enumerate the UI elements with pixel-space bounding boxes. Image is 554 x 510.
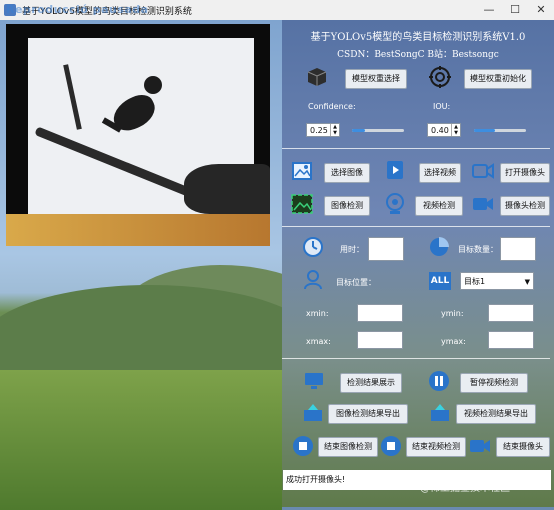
ymin-label: ymin: <box>441 309 464 318</box>
target-select[interactable]: 目标1 ▼ <box>460 272 534 290</box>
export-video-icon[interactable] <box>430 404 450 422</box>
time-label: 用时： <box>340 245 364 254</box>
end-image-detect-button[interactable]: 结束图像检测 <box>318 437 378 457</box>
target-select-value: 目标1 <box>464 277 486 286</box>
xmin-label: xmin: <box>306 309 329 318</box>
iou-value: 0.40 <box>431 126 449 135</box>
detect-camera-button[interactable]: 摄像头检测 <box>500 196 550 216</box>
open-camera-button[interactable]: 打开摄像头 <box>500 163 550 183</box>
status-bar: 成功打开摄像头! <box>283 470 551 490</box>
xmin-field <box>357 304 403 322</box>
export-image-button[interactable]: 图像检测结果导出 <box>328 404 408 424</box>
camera-icon[interactable] <box>472 163 494 179</box>
time-field <box>368 237 404 261</box>
video-display <box>6 24 270 246</box>
all-targets-icon: ALL <box>429 272 451 290</box>
xmax-label: xmax: <box>306 337 331 346</box>
iou-slider[interactable] <box>474 129 526 132</box>
title-bar: 基于YOLOv5模型的鸟类目标检测识别系统 Reproducció pausad… <box>0 0 554 20</box>
image-icon[interactable] <box>292 162 312 180</box>
video-file-icon[interactable] <box>385 160 405 180</box>
pause-video-button[interactable]: 暂停视频检测 <box>460 373 528 393</box>
webcam-icon[interactable] <box>385 193 405 215</box>
confidence-slider[interactable] <box>352 129 404 132</box>
image-detect-icon[interactable] <box>291 194 313 214</box>
app-heading: 基于YOLOv5模型的鸟类目标检测识别系统V1.0 <box>310 32 526 43</box>
divider <box>282 226 550 227</box>
pause-icon[interactable] <box>428 370 450 392</box>
clock-icon <box>303 237 323 257</box>
iou-slider-fill <box>474 129 495 132</box>
pie-chart-icon <box>430 237 449 256</box>
show-result-button[interactable]: 检测结果展示 <box>340 373 402 393</box>
export-image-icon[interactable] <box>303 404 323 422</box>
count-label: 目标数量： <box>458 245 498 254</box>
end-camera-button[interactable]: 结束摄像头 <box>496 437 550 457</box>
stop-video-icon[interactable] <box>380 435 402 457</box>
control-panel <box>282 20 554 507</box>
confidence-spinbox[interactable]: 0.25 ▲ ▼ <box>306 123 340 137</box>
cube-icon[interactable] <box>306 66 328 88</box>
stop-image-icon[interactable] <box>292 435 314 457</box>
end-video-detect-button[interactable]: 结束视频检测 <box>406 437 466 457</box>
stop-camera-icon[interactable] <box>469 437 491 455</box>
maximize-button[interactable]: ☐ <box>502 0 528 20</box>
init-weights-button[interactable]: 模型权重初始化 <box>464 69 532 89</box>
status-message: 成功打开摄像头! <box>286 475 346 484</box>
chevron-down-icon: ▼ <box>524 278 530 286</box>
divider <box>282 358 550 359</box>
confidence-slider-fill <box>352 129 365 132</box>
iou-spinbox[interactable]: 0.40 ▲ ▼ <box>427 123 461 137</box>
ymax-label: ymax: <box>441 337 466 346</box>
video-camera-icon[interactable] <box>472 197 494 211</box>
xmax-field <box>357 331 403 349</box>
select-image-button[interactable]: 选择图像 <box>324 163 370 183</box>
confidence-value: 0.25 <box>310 126 328 135</box>
detect-video-button[interactable]: 视频检测 <box>415 196 463 216</box>
select-video-button[interactable]: 选择视频 <box>419 163 461 183</box>
author-info: CSDN：BestSongC B站：Bestsongc <box>337 50 499 60</box>
position-label: 目标位置： <box>336 278 376 287</box>
iou-label: IOU: <box>433 102 451 111</box>
user-location-icon <box>304 270 322 290</box>
detect-image-button[interactable]: 图像检测 <box>324 196 370 216</box>
playback-overlay-text: Reproducció pausada <box>6 3 149 16</box>
ymax-field <box>488 331 534 349</box>
count-field <box>500 237 536 261</box>
close-button[interactable]: ✕ <box>528 0 554 20</box>
export-video-button[interactable]: 视频检测结果导出 <box>456 404 536 424</box>
confidence-label: Confidence: <box>308 102 356 111</box>
minimize-button[interactable]: — <box>476 0 502 20</box>
target-gear-icon[interactable] <box>429 66 451 88</box>
watermark: @稀土掘金技术社区 <box>420 483 510 494</box>
monitor-icon[interactable] <box>304 372 324 390</box>
ymin-field <box>488 304 534 322</box>
divider <box>282 148 550 149</box>
select-weights-button[interactable]: 模型权重选择 <box>345 69 407 89</box>
